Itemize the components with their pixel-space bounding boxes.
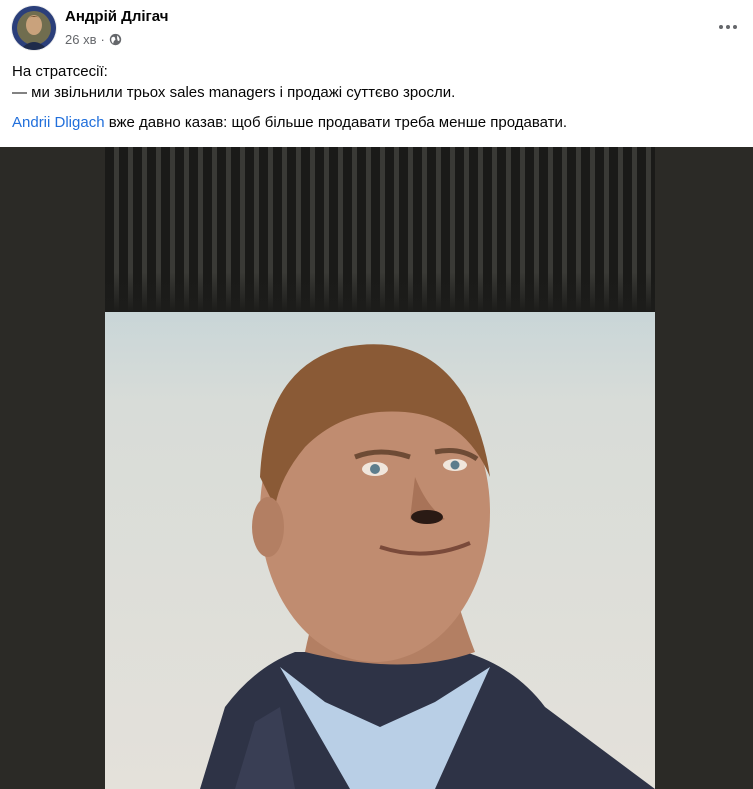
post-meta: 26 хв · xyxy=(65,32,122,47)
post-text-line: — ми звільнили трьох sales managers і пр… xyxy=(12,84,456,101)
meta-separator: · xyxy=(100,32,105,47)
post-header: Андрій Длігач 26 хв · xyxy=(0,0,753,60)
post-photo[interactable] xyxy=(105,147,655,789)
post-text-rest: вже давно казав: щоб більше продавати тр… xyxy=(104,114,568,131)
mention-link[interactable]: Andrii Dligach xyxy=(12,114,105,131)
post-body: На стратсесії: — ми звільнили трьох sale… xyxy=(12,61,742,133)
more-horizontal-icon xyxy=(719,25,723,29)
author-avatar[interactable] xyxy=(12,6,56,50)
globe-icon[interactable] xyxy=(109,33,122,46)
more-options-button[interactable] xyxy=(715,14,741,40)
post-media[interactable] xyxy=(0,147,753,789)
post-text-line: На стратсесії: xyxy=(12,63,108,80)
photo-subject xyxy=(200,344,655,789)
post-timestamp[interactable]: 26 хв xyxy=(65,32,96,47)
post-text-line: Andrii Dligach вже давно казав: щоб біль… xyxy=(12,112,742,133)
author-name[interactable]: Андрій Длігач xyxy=(65,8,168,25)
